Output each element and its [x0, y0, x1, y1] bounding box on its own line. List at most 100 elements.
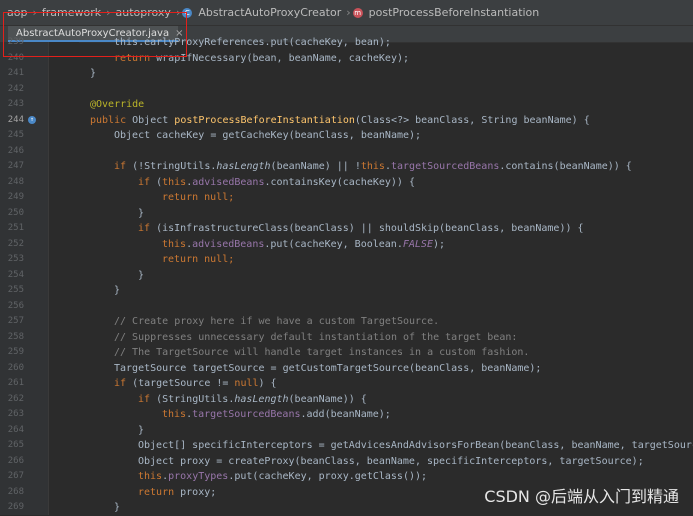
code-line: 248 if (this.advisedBeans.containsKey(cac… — [0, 175, 693, 191]
field: FALSE — [402, 238, 433, 250]
code-line: 240 return wrapIfNecessary(bean, beanName… — [0, 51, 693, 67]
line-number: 252 — [7, 238, 24, 249]
field: targetSourcedBeans — [192, 409, 301, 420]
code-text: Object[] specificInterceptors = getAdvic… — [138, 440, 693, 451]
code-text: } — [138, 207, 145, 219]
keyword: this — [138, 471, 163, 482]
code-line: 256 — [0, 299, 693, 315]
breadcrumb-item-framework[interactable]: framework — [42, 6, 101, 19]
line-number: 258 — [7, 331, 24, 342]
line-number: 268 — [7, 486, 24, 497]
code-text: Object proxy = createProxy(beanClass, be… — [138, 455, 644, 467]
line-number: 253 — [7, 254, 24, 264]
code-text: } — [114, 285, 121, 296]
line-number: 241 — [7, 68, 24, 78]
line-number: 255 — [7, 285, 24, 295]
line-number: 269 — [7, 502, 24, 512]
code-text: hasLength — [216, 161, 271, 172]
line-number: 249 — [7, 192, 24, 202]
line-number: 256 — [7, 300, 24, 311]
code-line: 242 — [0, 82, 693, 98]
line-number: 247 — [7, 161, 24, 171]
keyword: return null; — [162, 254, 235, 265]
code-text: Object cacheKey = getCacheKey(beanClass,… — [114, 130, 422, 141]
field: proxyTypes — [168, 471, 229, 482]
keyword: if — [114, 161, 127, 172]
line-number: 257 — [7, 316, 24, 326]
keyword: this — [360, 161, 385, 172]
code-text: } — [138, 269, 145, 281]
code-text: (beanName) || ! — [270, 161, 361, 172]
code-text: } — [90, 68, 97, 79]
code-text: (Class<?> beanClass, String beanName) { — [354, 114, 590, 126]
code-line: 257 // Create proxy here if we have a cus… — [0, 314, 693, 330]
code-text: (!StringUtils. — [126, 161, 217, 172]
line-number: 240 — [7, 52, 24, 63]
keyword: return — [114, 52, 151, 64]
line-number: 254 — [7, 269, 24, 280]
breadcrumb-item-method[interactable]: postProcessBeforeInstantiation — [369, 6, 540, 19]
code-text: ); — [432, 238, 446, 250]
keyword: if — [138, 393, 151, 405]
breadcrumb-item-autoproxy[interactable]: autoproxy — [116, 6, 171, 19]
code-line: 239 this.earlyProxyReferences.put(cacheKe… — [0, 35, 693, 51]
keyword: if — [138, 176, 151, 188]
line-number: 267 — [7, 471, 24, 481]
code-text: this.earlyProxyReferences.put(cacheKey, … — [114, 37, 391, 48]
line-number: 261 — [7, 378, 24, 388]
code-line: 264} — [0, 423, 693, 439]
line-number: 265 — [7, 440, 24, 450]
code-line: 246 — [0, 144, 693, 160]
code-line: 249 return null; — [0, 190, 693, 206]
line-number: 263 — [7, 409, 24, 419]
code-text: (StringUtils. — [150, 393, 235, 405]
keyword: public — [90, 114, 127, 126]
code-text: (isInfrastructureClass(beanClass) || sho… — [150, 223, 584, 234]
line-number: 243 — [7, 99, 24, 109]
code-line: 251 if (isInfrastructureClass(beanClass) … — [0, 221, 693, 237]
line-number: 251 — [7, 223, 24, 233]
line-number: 245 — [7, 130, 24, 140]
keyword: return — [138, 486, 175, 498]
code-line: 262 if (StringUtils.hasLength(beanName)) … — [0, 392, 693, 408]
breadcrumb-separator: › — [346, 6, 351, 19]
code-text: } — [138, 424, 145, 436]
code-line: 253 return null; — [0, 252, 693, 268]
method-icon: m — [352, 7, 363, 18]
code-line: 261 if (targetSource != null) { — [0, 376, 693, 392]
code-text: .put(cacheKey, Boolean. — [264, 238, 403, 250]
keyword: if — [138, 223, 151, 234]
code-line: 241} — [0, 66, 693, 82]
code-line: 259 // The TargetSource will handle targe… — [0, 345, 693, 361]
keyword: this — [162, 176, 187, 188]
comment: // Create proxy here if we have a custom… — [114, 316, 440, 327]
override-marker-icon[interactable]: ↑ — [28, 115, 36, 124]
code-text: (targetSource != — [126, 378, 235, 389]
method-name: postProcessBeforeInstantiation — [174, 114, 355, 126]
code-text: Object — [126, 114, 175, 126]
keyword: this — [162, 238, 187, 250]
code-line: 252 this.advisedBeans.put(cacheKey, Boole… — [0, 237, 693, 253]
code-text: TargetSource targetSource = getCustomTar… — [114, 362, 542, 374]
keyword: return null; — [162, 192, 235, 203]
breadcrumb-separator: › — [106, 6, 111, 19]
annotation: @Override — [90, 99, 145, 110]
keyword: if — [114, 378, 127, 389]
breadcrumb-separator: › — [32, 6, 37, 19]
line-number: 242 — [7, 83, 24, 94]
breadcrumb-separator: › — [175, 6, 181, 19]
code-line: 254} — [0, 268, 693, 284]
field: targetSourcedBeans — [390, 161, 500, 172]
code-line: 258 // Suppresses unnecessary default ins… — [0, 330, 693, 346]
breadcrumb-item-aop[interactable]: aop — [7, 6, 27, 19]
code-text: hasLength — [234, 393, 289, 405]
code-line: 245 Object cacheKey = getCacheKey(beanCla… — [0, 128, 693, 144]
line-number: 250 — [7, 207, 24, 218]
code-line: 260 TargetSource targetSource = getCustom… — [0, 361, 693, 377]
keyword: this — [162, 409, 187, 420]
class-icon: C — [182, 7, 193, 18]
line-number: 262 — [7, 393, 24, 404]
breadcrumb-item-class[interactable]: AbstractAutoProxyCreator — [198, 6, 341, 19]
code-line: 266 Object proxy = createProxy(beanClass,… — [0, 454, 693, 470]
line-number: 260 — [7, 362, 24, 373]
